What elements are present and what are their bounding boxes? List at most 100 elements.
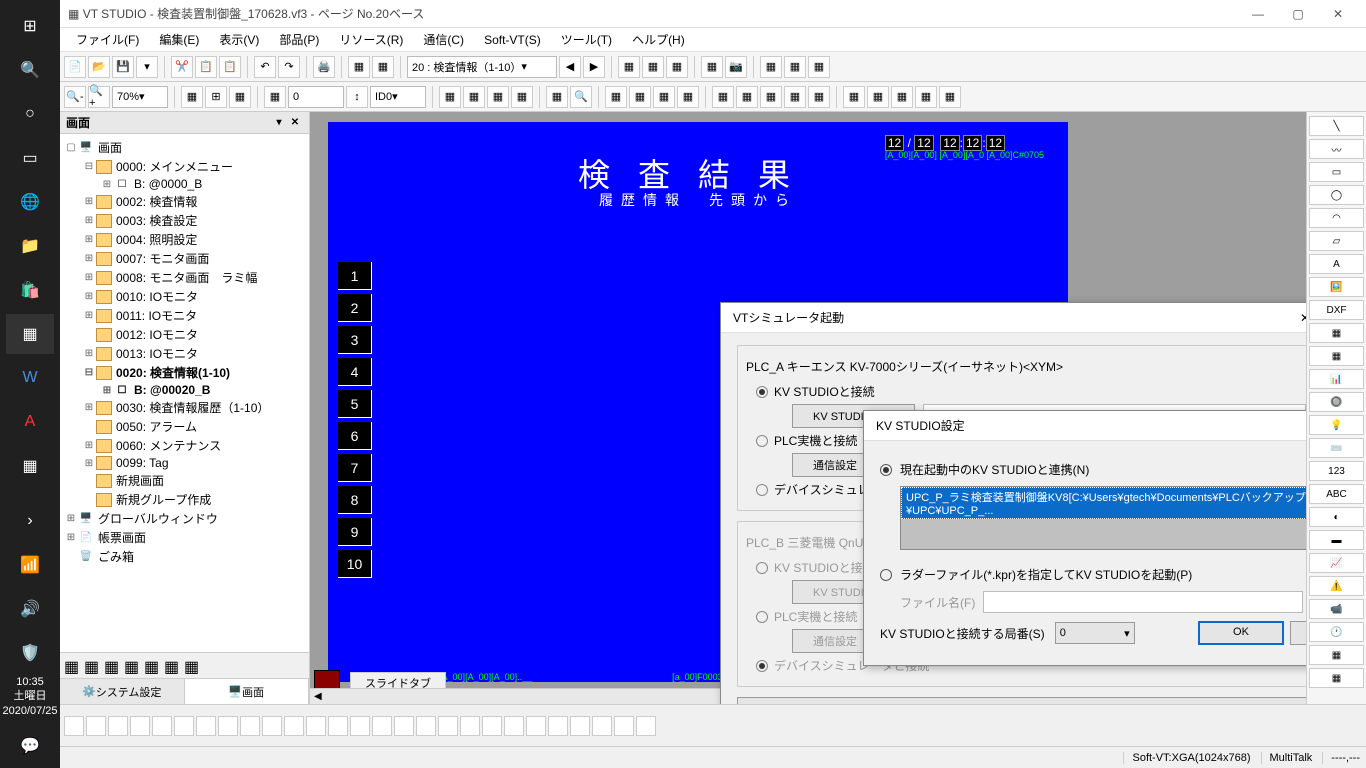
bt-c-icon[interactable] <box>130 716 150 736</box>
t2-o-icon[interactable]: ▦ <box>808 86 830 108</box>
sidebar-pin-icon[interactable]: ▾ <box>271 117 287 128</box>
tool-trend-icon[interactable]: 📈 <box>1309 553 1364 573</box>
tool-switch-icon[interactable]: 🔘 <box>1309 392 1364 412</box>
tool-grid-icon[interactable]: ▦ <box>1309 346 1364 366</box>
tree-new-screen[interactable]: 新規画面 <box>60 471 309 490</box>
t2-i-icon[interactable]: ▦ <box>653 86 675 108</box>
app-icon[interactable]: ▦ <box>6 314 54 354</box>
sb-tool-icon[interactable]: ▦ <box>184 657 202 675</box>
task-view-icon[interactable]: ▭ <box>6 138 54 178</box>
t2-r-icon[interactable]: ▦ <box>891 86 913 108</box>
open-icon[interactable]: 📂 <box>88 56 110 78</box>
tree-item[interactable]: 0012: IOモニタ <box>60 325 309 344</box>
sim-a-icon[interactable]: ▦ <box>701 56 723 78</box>
bt-w-icon[interactable] <box>570 716 590 736</box>
snap-icon[interactable]: ⊞ <box>205 86 227 108</box>
tab-system-settings[interactable]: ⚙️ システム設定 <box>60 679 185 704</box>
cortana-icon[interactable]: ○ <box>6 94 54 134</box>
tool-num-icon[interactable]: 123 <box>1309 461 1364 481</box>
bt-e-icon[interactable] <box>174 716 194 736</box>
wifi-icon[interactable]: 📶 <box>6 545 54 585</box>
shield-icon[interactable]: 🛡️ <box>6 633 54 673</box>
misc-c-icon[interactable]: ▦ <box>808 56 830 78</box>
tool-key-icon[interactable]: ⌨️ <box>1309 438 1364 458</box>
tree-item-selected[interactable]: ⊟0020: 検査情報(1-10) <box>60 363 309 382</box>
bt-n-icon[interactable] <box>372 716 392 736</box>
tree-item[interactable]: ⊞0060: メンテナンス <box>60 436 309 455</box>
tool-lamp-icon[interactable]: 💡 <box>1309 415 1364 435</box>
dialog-close-icon[interactable]: ✕ <box>1291 306 1306 330</box>
bt-select-icon[interactable] <box>64 716 84 736</box>
t2-n-icon[interactable]: ▦ <box>784 86 806 108</box>
tree-item[interactable]: ⊟0000: メインメニュー <box>60 157 309 176</box>
tool-video-icon[interactable]: 📹 <box>1309 599 1364 619</box>
menu-parts[interactable]: 部品(P) <box>269 31 329 48</box>
tree-item[interactable]: ⊞0007: モニタ画面 <box>60 249 309 268</box>
t2-t-icon[interactable]: ▦ <box>939 86 961 108</box>
word-icon[interactable]: W <box>6 358 54 398</box>
tool-chart-icon[interactable]: 📊 <box>1309 369 1364 389</box>
sb-tool-icon[interactable]: ▦ <box>64 657 82 675</box>
page-selector[interactable]: 20 : 検査情報（1-10） ▾ <box>407 56 557 78</box>
menu-comm[interactable]: 通信(C) <box>413 31 474 48</box>
minimize-button[interactable]: — <box>1238 2 1278 26</box>
t2-j-icon[interactable]: ▦ <box>677 86 699 108</box>
bt-j-icon[interactable] <box>284 716 304 736</box>
bt-p-icon[interactable] <box>416 716 436 736</box>
bt-m-icon[interactable] <box>350 716 370 736</box>
bt-y-icon[interactable] <box>614 716 634 736</box>
grid-a-icon[interactable]: ▦ <box>618 56 640 78</box>
t2-c-icon[interactable]: ▦ <box>487 86 509 108</box>
tool-meter-icon[interactable]: ◐ <box>1309 507 1364 527</box>
grid-c-icon[interactable]: ▦ <box>666 56 688 78</box>
t2-p-icon[interactable]: ▦ <box>843 86 865 108</box>
search-icon[interactable]: 🔍 <box>6 50 54 90</box>
radio-kvstudio[interactable]: KV STUDIOと接続 <box>756 383 1306 400</box>
app2-icon[interactable]: ▦ <box>6 446 54 486</box>
misc-b-icon[interactable]: ▦ <box>784 56 806 78</box>
edge-icon[interactable]: 🌐 <box>6 182 54 222</box>
explorer-icon[interactable]: 📁 <box>6 226 54 266</box>
bt-i-icon[interactable] <box>262 716 282 736</box>
menu-resource[interactable]: リソース(R) <box>329 31 413 48</box>
options-button[interactable]: オプション(O) <box>737 697 1306 704</box>
file-path-input[interactable] <box>983 591 1303 613</box>
store-icon[interactable]: 🛍️ <box>6 270 54 310</box>
close-button[interactable]: ✕ <box>1318 2 1358 26</box>
tree-item[interactable]: ⊞☐B: @0000_B <box>60 176 309 192</box>
bt-t-icon[interactable] <box>504 716 524 736</box>
expand-icon[interactable]: › <box>6 501 54 541</box>
bt-h-icon[interactable] <box>240 716 260 736</box>
sb-tool-icon[interactable]: ▦ <box>164 657 182 675</box>
save-dropdown-icon[interactable]: ▾ <box>136 56 158 78</box>
bt-z-icon[interactable] <box>636 716 656 736</box>
grid-b-icon[interactable]: ▦ <box>642 56 664 78</box>
t2-f-icon[interactable]: 🔍 <box>570 86 592 108</box>
tree-item[interactable]: ⊞0002: 検査情報 <box>60 192 309 211</box>
radio-specify-ladder[interactable]: ラダーファイル(*.kpr)を指定してKV STUDIOを起動(P) <box>880 566 1306 583</box>
tree-item[interactable]: ⊞0030: 検査情報履歴（1-10） <box>60 398 309 417</box>
tree-item[interactable]: ⊞0099: Tag <box>60 455 309 471</box>
tree-item[interactable]: ⊞0004: 照明設定 <box>60 230 309 249</box>
tool-circle-icon[interactable]: ◯ <box>1309 185 1364 205</box>
t2-g-icon[interactable]: ▦ <box>605 86 627 108</box>
list-item-selected[interactable]: UPC_P_ラミ検査装置制御盤KV8[C:¥Users¥gtech¥Docume… <box>901 487 1306 519</box>
undo-icon[interactable]: ↶ <box>254 56 276 78</box>
t2-h-icon[interactable]: ▦ <box>629 86 651 108</box>
menu-edit[interactable]: 編集(E) <box>149 31 209 48</box>
tree-item[interactable]: 0050: アラーム <box>60 417 309 436</box>
zoom-out-icon[interactable]: 🔍- <box>64 86 86 108</box>
layer-icon[interactable]: ▦ <box>264 86 286 108</box>
cut-icon[interactable]: ✂️ <box>171 56 193 78</box>
tool-misc1-icon[interactable]: ▦ <box>1309 645 1364 665</box>
tree-trash[interactable]: 🗑️ごみ箱 <box>60 547 309 566</box>
tree-report[interactable]: ⊞📄帳票画面 <box>60 528 309 547</box>
tool-rect-icon[interactable]: ▭ <box>1309 162 1364 182</box>
nav-next-icon[interactable]: ▶ <box>583 56 605 78</box>
t2-l-icon[interactable]: ▦ <box>736 86 758 108</box>
tree-item[interactable]: ⊞0013: IOモニタ <box>60 344 309 363</box>
tool-alarm-icon[interactable]: ⚠️ <box>1309 576 1364 596</box>
t2-m-icon[interactable]: ▦ <box>760 86 782 108</box>
tree-global[interactable]: ⊞🖥️グローバルウィンドウ <box>60 509 309 528</box>
zoom-in-icon[interactable]: 🔍+ <box>88 86 110 108</box>
